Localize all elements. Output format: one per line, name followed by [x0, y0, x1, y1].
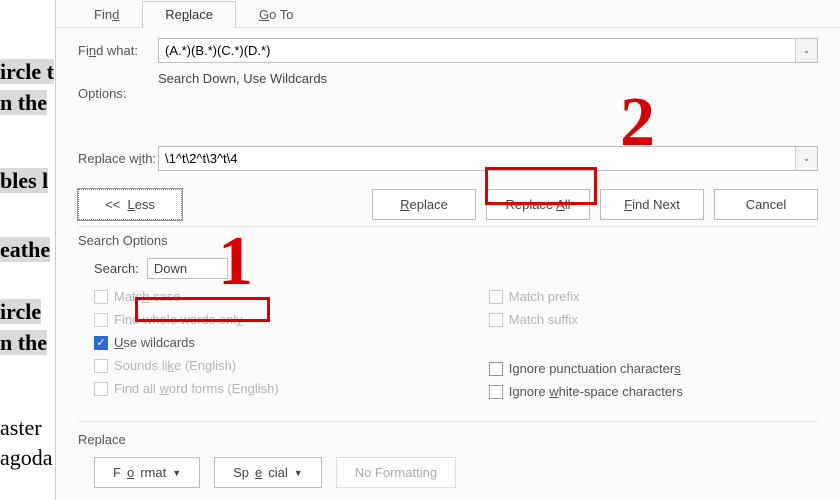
- replace-section-title: Replace: [78, 432, 818, 447]
- checkbox-icon: [489, 290, 503, 304]
- checkbox-icon: [489, 385, 503, 399]
- special-button[interactable]: Special ▼: [214, 457, 322, 488]
- find-next-button[interactable]: Find Next: [600, 189, 704, 220]
- ignore-whitespace-checkbox[interactable]: Ignore white-space characters: [489, 384, 683, 399]
- find-what-label: Find what:: [78, 43, 158, 58]
- cancel-button[interactable]: Cancel: [714, 189, 818, 220]
- tab-replace[interactable]: Replace: [142, 1, 236, 28]
- match-suffix-checkbox: Match suffix: [489, 312, 683, 327]
- dialog-tabs: Find Replace Go To: [56, 0, 840, 28]
- sounds-like-checkbox: Sounds like (English): [94, 358, 279, 373]
- less-button[interactable]: << Less: [78, 189, 182, 220]
- checkbox-icon: [489, 362, 503, 376]
- checkbox-icon: [94, 359, 108, 373]
- match-prefix-checkbox: Match prefix: [489, 289, 683, 304]
- find-what-combo[interactable]: ⌄: [158, 38, 818, 63]
- replace-with-label: Replace with:: [78, 151, 158, 166]
- find-what-input[interactable]: [159, 39, 795, 62]
- checkbox-icon: [489, 313, 503, 327]
- find-replace-dialog: Find Replace Go To Find what: ⌄ Options:…: [55, 0, 840, 500]
- checkbox-icon: [94, 290, 108, 304]
- tab-goto[interactable]: Go To: [236, 1, 316, 28]
- checkbox-icon: [94, 313, 108, 327]
- background-document-text: ircle t n the bles l eathe ircle n the a…: [0, 0, 60, 500]
- no-formatting-button: No Formatting: [336, 457, 456, 488]
- find-what-dropdown-button[interactable]: ⌄: [795, 39, 817, 62]
- caret-down-icon: ▼: [294, 468, 303, 478]
- search-options-title: Search Options: [78, 233, 818, 248]
- options-value: Search Down, Use Wildcards: [158, 71, 327, 86]
- replace-with-dropdown-button[interactable]: ⌄: [795, 147, 817, 170]
- search-direction-select[interactable]: Down: [147, 258, 228, 279]
- match-case-checkbox: Match case: [94, 289, 279, 304]
- find-whole-words-checkbox: Find whole words only: [94, 312, 279, 327]
- chevron-down-icon: ⌄: [803, 153, 811, 164]
- find-word-forms-checkbox: Find all word forms (English): [94, 381, 279, 396]
- checkbox-checked-icon: ✓: [94, 336, 108, 350]
- replace-with-input[interactable]: [159, 147, 795, 170]
- options-label: Options:: [78, 86, 158, 101]
- chevron-down-icon: ⌄: [803, 45, 811, 56]
- search-direction-label: Search:: [94, 261, 139, 276]
- use-wildcards-checkbox[interactable]: ✓ Use wildcards: [94, 335, 279, 350]
- format-button[interactable]: Format ▼: [94, 457, 200, 488]
- ignore-punctuation-checkbox[interactable]: Ignore punctuation characters: [489, 361, 683, 376]
- checkbox-icon: [94, 382, 108, 396]
- caret-down-icon: ▼: [172, 468, 181, 478]
- replace-button[interactable]: Replace: [372, 189, 476, 220]
- tab-find[interactable]: Find: [71, 1, 142, 28]
- replace-with-combo[interactable]: ⌄: [158, 146, 818, 171]
- replace-all-button[interactable]: Replace All: [486, 189, 590, 220]
